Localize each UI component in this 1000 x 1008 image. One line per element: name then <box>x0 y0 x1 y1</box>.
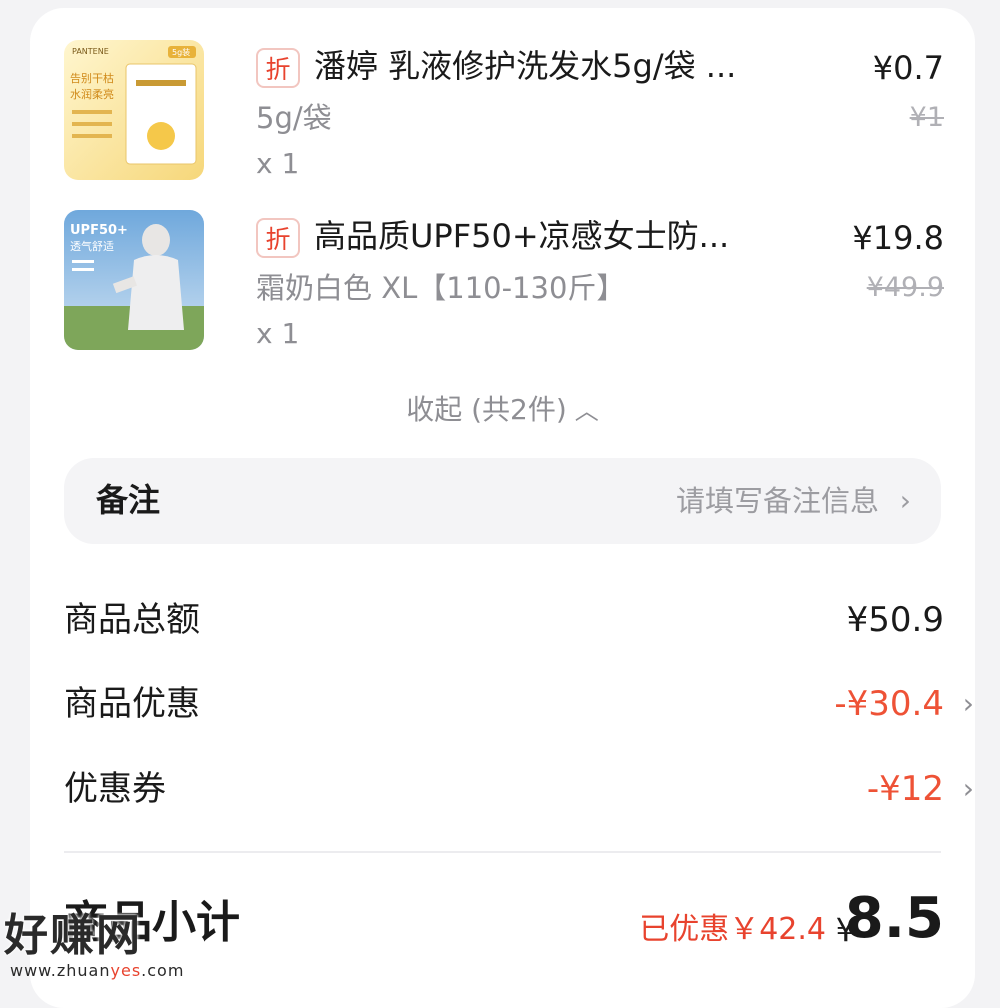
thumb-upf-text: UPF50+ <box>70 223 128 238</box>
coupon-row[interactable]: 优惠券 -¥12 › <box>64 763 974 815</box>
thumb-slogan-1: 告别干枯 <box>70 71 114 85</box>
goods-discount-label: 商品优惠 <box>64 684 200 724</box>
chevron-right-icon: › <box>962 772 974 805</box>
product-thumbnail[interactable]: PANTENE 5g装 告别干枯 水润柔亮 <box>64 40 204 180</box>
sun-protection-jacket-image: UPF50+ 透气舒适 <box>64 210 204 350</box>
product-quantity: x 1 <box>256 317 300 350</box>
remark-field[interactable]: 备注 请填写备注信息 › <box>64 458 941 544</box>
goods-discount-value: -¥30.4 <box>834 684 944 724</box>
product-title[interactable]: 高品质UPF50+凉感女士防... <box>314 212 814 260</box>
product-price: ¥19.8 <box>852 219 944 257</box>
watermark-logo-text: 好赚网 <box>4 910 142 961</box>
product-item[interactable]: PANTENE 5g装 告别干枯 水润柔亮 折 潘婷 乳液修护洗发水5g/袋 .… <box>64 40 944 182</box>
discount-badge: 折 <box>256 48 300 88</box>
subtotal-amount: 8.5 <box>844 886 944 951</box>
chevron-right-icon: › <box>899 484 911 517</box>
divider <box>64 851 941 853</box>
chevron-up-icon: ︿ <box>574 397 599 425</box>
product-original-price: ¥49.9 <box>866 272 944 303</box>
coupon-value: -¥12 <box>866 769 944 809</box>
product-thumbnail[interactable]: UPF50+ 透气舒适 <box>64 210 204 350</box>
goods-discount-row[interactable]: 商品优惠 -¥30.4 › <box>64 678 974 730</box>
product-title[interactable]: 潘婷 乳液修护洗发水5g/袋 ... <box>314 42 814 90</box>
product-spec: 5g/袋 <box>256 101 332 135</box>
site-watermark: 好赚网 www.zhuanyes.com <box>4 910 204 990</box>
chevron-right-icon: › <box>962 687 974 720</box>
collapse-label: 收起 (共2件) <box>406 393 567 426</box>
discount-badge: 折 <box>256 218 300 258</box>
goods-total-row: 商品总额 ¥50.9 <box>64 594 944 646</box>
watermark-url: www.zhuanyes.com <box>10 961 185 980</box>
order-card: PANTENE 5g装 告别干枯 水润柔亮 折 潘婷 乳液修护洗发水5g/袋 .… <box>30 8 975 1008</box>
coupon-label: 优惠券 <box>64 769 166 809</box>
saved-amount: 已优惠￥42.4 <box>639 912 826 947</box>
thumb-feature-text: 透气舒适 <box>70 239 114 253</box>
product-original-price: ¥1 <box>909 102 944 133</box>
product-price: ¥0.7 <box>872 49 944 87</box>
shampoo-sachet-image: PANTENE 5g装 告别干枯 水润柔亮 <box>64 40 204 180</box>
remark-placeholder: 请填写备注信息 <box>675 484 879 518</box>
remark-label: 备注 <box>96 481 161 519</box>
product-quantity: x 1 <box>256 147 300 180</box>
thumb-slogan-2: 水润柔亮 <box>70 87 114 101</box>
goods-total-label: 商品总额 <box>64 600 200 640</box>
collapse-items-toggle[interactable]: 收起 (共2件) ︿ <box>30 388 975 433</box>
product-item[interactable]: UPF50+ 透气舒适 折 高品质UPF50+凉感女士防... 霜奶白色 XL【… <box>64 210 944 352</box>
goods-total-value: ¥50.9 <box>846 600 944 640</box>
thumb-size-text: 5g装 <box>172 47 190 57</box>
product-spec: 霜奶白色 XL【110-130斤】 <box>256 271 626 305</box>
thumb-brand-text: PANTENE <box>72 47 109 56</box>
